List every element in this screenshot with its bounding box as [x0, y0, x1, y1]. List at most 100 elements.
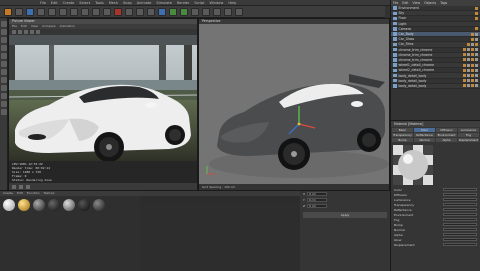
record-keyframe-icon[interactable]: [114, 7, 122, 16]
material-manager-menu-item[interactable]: Edit: [17, 191, 23, 196]
material-tag-icon[interactable]: [467, 58, 470, 62]
material-tag-icon[interactable]: [475, 42, 478, 46]
zoom-icon[interactable]: [12, 30, 16, 34]
attribute-property-field[interactable]: [443, 222, 477, 227]
object-manager-menu-item[interactable]: File: [393, 0, 398, 6]
camera-icon[interactable]: [224, 7, 232, 16]
material-tag-icon[interactable]: [475, 63, 478, 67]
spline-icon[interactable]: [169, 7, 177, 16]
tweak-mode-icon[interactable]: [0, 85, 7, 91]
polygons-mode-icon[interactable]: [0, 69, 7, 75]
material-tag-icon[interactable]: [475, 27, 478, 31]
picture-viewer-menu-item[interactable]: File: [12, 24, 17, 29]
y-axis-lock-icon[interactable]: [81, 7, 89, 16]
viewport-scene[interactable]: [199, 24, 389, 184]
attribute-property-field[interactable]: [443, 237, 477, 242]
material-swatch[interactable]: [3, 199, 15, 211]
material-swatch[interactable]: [18, 199, 30, 211]
redo-icon[interactable]: [15, 7, 23, 16]
coordinate-field[interactable]: 0 cm: [307, 192, 328, 196]
material-tag-icon[interactable]: [463, 79, 466, 83]
attribute-tab[interactable]: Reflectance: [414, 133, 435, 137]
light-icon[interactable]: [235, 7, 243, 16]
material-tag-icon[interactable]: [463, 68, 466, 72]
axis-mode-icon[interactable]: [0, 77, 7, 83]
material-tag-icon[interactable]: [471, 53, 474, 57]
material-manager-menu-item[interactable]: Texture: [44, 191, 55, 196]
render-settings-icon[interactable]: [147, 7, 155, 16]
material-tag-icon[interactable]: [471, 48, 474, 52]
material-tag-icon[interactable]: [471, 79, 474, 83]
compare-icon[interactable]: [36, 30, 40, 34]
cube-primitive-icon[interactable]: [158, 7, 166, 16]
edges-mode-icon[interactable]: [0, 61, 7, 67]
material-tag-icon[interactable]: [475, 74, 478, 78]
attribute-tab[interactable]: Luminance: [458, 128, 479, 132]
attribute-property-field[interactable]: [443, 192, 477, 197]
object-manager-menu-item[interactable]: View: [413, 0, 421, 6]
attribute-property-field[interactable]: [443, 217, 477, 222]
material-tag-icon[interactable]: [475, 6, 478, 10]
attribute-tab[interactable]: Fog: [458, 133, 479, 137]
attribute-property-field[interactable]: [443, 212, 477, 217]
attribute-tab[interactable]: Color: [414, 128, 435, 132]
material-tag-icon[interactable]: [475, 11, 478, 15]
rendered-image[interactable]: [9, 35, 197, 161]
workplane-icon[interactable]: [0, 45, 7, 51]
material-tag-icon[interactable]: [471, 84, 474, 88]
timeline-ruler[interactable]: [140, 191, 300, 196]
prev-frame-icon[interactable]: [19, 184, 23, 189]
coordinate-field[interactable]: 0 cm: [306, 198, 327, 202]
scale-tool-icon[interactable]: [48, 7, 56, 16]
material-tag-icon[interactable]: [471, 58, 474, 62]
generator-icon[interactable]: [180, 7, 188, 16]
model-mode-icon[interactable]: [0, 29, 7, 35]
object-manager-menu-item[interactable]: Edit: [402, 0, 408, 6]
fit-icon[interactable]: [18, 30, 22, 34]
stop-render-icon[interactable]: [30, 30, 34, 34]
material-tag-icon[interactable]: [463, 48, 466, 52]
attribute-tab[interactable]: Normal: [414, 138, 435, 142]
material-tag-icon[interactable]: [467, 53, 470, 57]
attribute-tab[interactable]: Alpha: [436, 138, 457, 142]
material-tag-icon[interactable]: [463, 84, 466, 88]
picture-viewer-menu-item[interactable]: Compare: [42, 24, 56, 29]
rotate-tool-icon[interactable]: [59, 7, 67, 16]
save-image-icon[interactable]: [24, 30, 28, 34]
menu-item[interactable]: Simulate: [156, 1, 171, 5]
floor-icon[interactable]: [213, 7, 221, 16]
material-tag-icon[interactable]: [471, 63, 474, 67]
coordinate-system-icon[interactable]: [103, 7, 111, 16]
next-frame-icon[interactable]: [26, 184, 30, 189]
picture-viewer-menu-item[interactable]: Edit: [21, 24, 27, 29]
deformer-icon[interactable]: [202, 7, 210, 16]
make-editable-icon[interactable]: [0, 21, 7, 27]
menu-item[interactable]: Edit: [51, 1, 58, 5]
material-swatch[interactable]: [48, 199, 60, 211]
lock-workplane-icon[interactable]: [0, 109, 7, 115]
object-row[interactable]: body_detail_body: [391, 83, 480, 89]
material-tag-icon[interactable]: [471, 68, 474, 72]
texture-mode-icon[interactable]: [0, 37, 7, 43]
menu-item[interactable]: Mesh: [109, 1, 118, 5]
picture-viewer-menu-item[interactable]: View: [31, 24, 38, 29]
material-tag-icon[interactable]: [475, 79, 478, 83]
menu-item[interactable]: Snap: [123, 1, 132, 5]
menu-item[interactable]: Create: [63, 1, 75, 5]
snap-icon[interactable]: [0, 93, 7, 99]
material-manager-menu-item[interactable]: Function: [27, 191, 40, 196]
array-icon[interactable]: [191, 7, 199, 16]
material-tag-icon[interactable]: [471, 37, 474, 41]
material-tag-icon[interactable]: [475, 37, 478, 41]
material-tag-icon[interactable]: [467, 48, 470, 52]
attribute-tab[interactable]: Basic: [392, 128, 413, 132]
menu-item[interactable]: File: [40, 1, 46, 5]
material-tag-icon[interactable]: [467, 68, 470, 72]
undo-icon[interactable]: [4, 7, 12, 16]
attribute-property-field[interactable]: [443, 197, 477, 202]
material-tag-icon[interactable]: [475, 32, 478, 36]
object-manager-menu-item[interactable]: Objects: [424, 0, 436, 6]
material-swatch[interactable]: [93, 199, 105, 211]
z-axis-lock-icon[interactable]: [92, 7, 100, 16]
live-select-icon[interactable]: [26, 7, 34, 16]
